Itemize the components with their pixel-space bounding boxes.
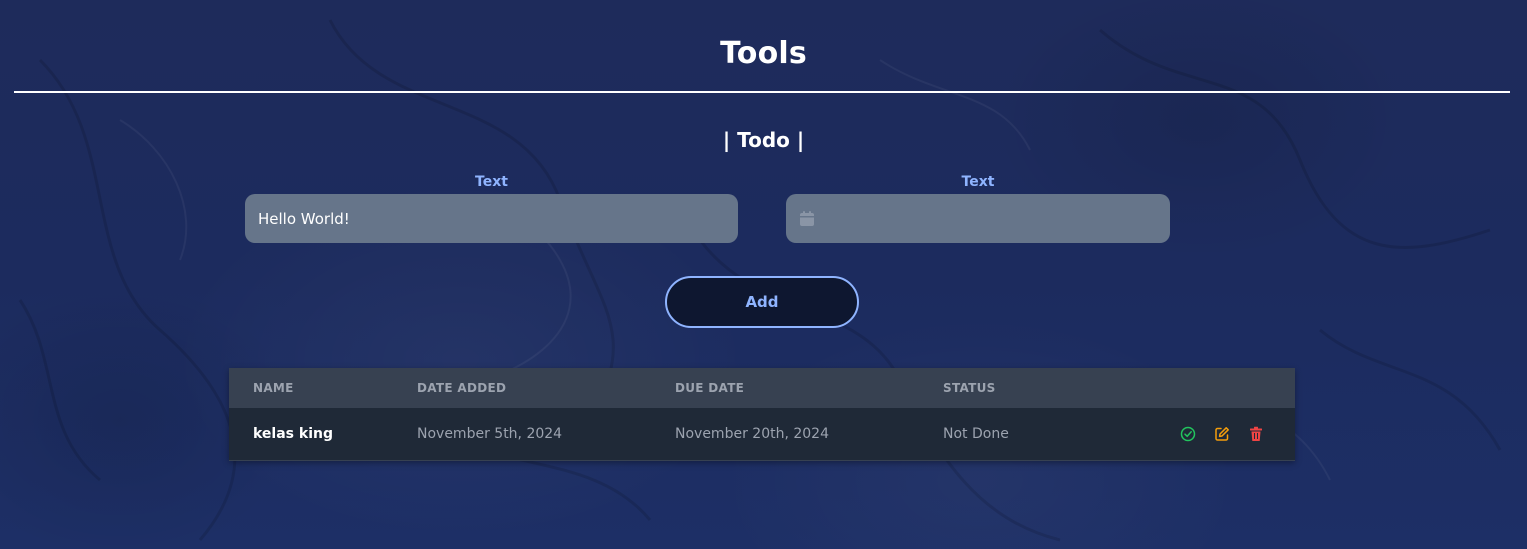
column-header-name: Name	[253, 381, 294, 395]
text-input-box[interactable]	[245, 194, 738, 243]
todo-text-input[interactable]	[245, 194, 738, 243]
title-divider	[14, 91, 1510, 93]
date-field-label: Text	[961, 174, 995, 190]
row-status: Not Done	[943, 426, 1009, 442]
page-title: Tools	[720, 36, 807, 71]
column-header-due-date: Due Date	[675, 381, 745, 395]
trash-icon[interactable]	[1247, 425, 1265, 443]
due-date-input[interactable]	[816, 194, 1170, 243]
edit-icon[interactable]	[1213, 425, 1231, 443]
text-field-label: Text	[475, 174, 508, 190]
date-input-box[interactable]	[786, 194, 1170, 243]
table-row: kelas king November 5th, 2024 November 2…	[229, 408, 1295, 461]
add-button[interactable]: Add	[665, 276, 859, 328]
check-circle-icon[interactable]	[1179, 425, 1197, 443]
table-header: Name Date Added Due Date Status	[229, 368, 1295, 408]
row-date-added: November 5th, 2024	[417, 426, 563, 442]
row-name: kelas king	[253, 426, 333, 442]
column-header-status: Status	[943, 381, 996, 395]
section-title: | Todo |	[722, 128, 805, 152]
background	[0, 0, 1527, 549]
todo-table: Name Date Added Due Date Status kelas ki…	[229, 368, 1295, 461]
row-due-date: November 20th, 2024	[675, 426, 829, 442]
calendar-icon[interactable]	[798, 210, 816, 228]
column-header-date-added: Date Added	[417, 381, 507, 395]
